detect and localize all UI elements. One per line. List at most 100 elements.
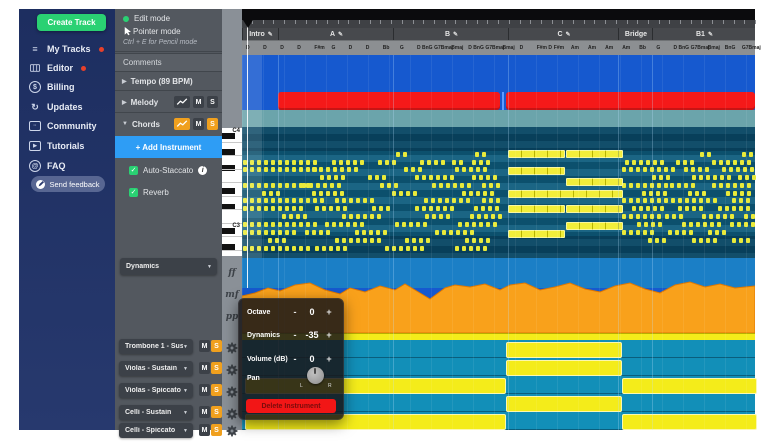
note-dash[interactable]: [443, 206, 447, 211]
note-dash[interactable]: [343, 206, 347, 211]
note-dash[interactable]: [278, 246, 282, 251]
note-dash[interactable]: [353, 222, 357, 227]
note-dash[interactable]: [665, 214, 669, 219]
note-dash[interactable]: [491, 214, 495, 219]
note-dash[interactable]: [399, 191, 403, 196]
note-dash[interactable]: [493, 175, 497, 180]
note-dash[interactable]: [637, 222, 641, 227]
note-dash[interactable]: [250, 222, 254, 227]
note-dash[interactable]: [335, 198, 339, 203]
note-dash[interactable]: [363, 238, 367, 243]
note-dash[interactable]: [257, 206, 261, 211]
note-dash[interactable]: [671, 198, 675, 203]
note-dash[interactable]: [257, 198, 261, 203]
note-dash[interactable]: [404, 167, 408, 172]
note-dash[interactable]: [498, 214, 502, 219]
instrument-mute-button[interactable]: M: [199, 406, 210, 418]
note-dash[interactable]: [418, 167, 422, 172]
note-dash[interactable]: [712, 183, 716, 188]
note-dash[interactable]: [709, 214, 713, 219]
note-dash[interactable]: [285, 160, 289, 165]
note-dash[interactable]: [691, 167, 695, 172]
sustain-note[interactable]: [566, 222, 623, 230]
note-dash[interactable]: [299, 222, 303, 227]
note-dash[interactable]: [278, 230, 282, 235]
note-dash[interactable]: [484, 214, 488, 219]
note-dash[interactable]: [690, 160, 694, 165]
instrument-select-3[interactable]: Violas - Spiccato▼: [119, 383, 193, 398]
chord-label[interactable]: Bb: [383, 45, 390, 51]
note-dash[interactable]: [705, 167, 709, 172]
note-dash[interactable]: [386, 206, 390, 211]
note-dash[interactable]: [482, 152, 486, 157]
note-dash[interactable]: [472, 238, 476, 243]
note-dash[interactable]: [326, 191, 330, 196]
note-dash[interactable]: [703, 222, 707, 227]
note-dash[interactable]: [664, 167, 668, 172]
note-dash[interactable]: [343, 246, 347, 251]
note-dash[interactable]: [276, 191, 280, 196]
auto-staccato-toggle[interactable]: ✓ Auto-Staccato i: [115, 160, 222, 180]
note-dash[interactable]: [282, 214, 286, 219]
note-dash[interactable]: [330, 183, 334, 188]
note-dash[interactable]: [275, 238, 279, 243]
instrument-settings-gear-icon[interactable]: [226, 424, 238, 436]
note-dash[interactable]: [689, 222, 693, 227]
note-dash[interactable]: [651, 222, 655, 227]
note-dash[interactable]: [285, 198, 289, 203]
note-dash[interactable]: [452, 198, 456, 203]
note-dash[interactable]: [360, 222, 364, 227]
note-dash[interactable]: [405, 238, 409, 243]
note-dash[interactable]: [416, 222, 420, 227]
note-dash[interactable]: [347, 167, 351, 172]
note-dash[interactable]: [730, 214, 734, 219]
note-dash[interactable]: [271, 183, 275, 188]
note-dash[interactable]: [312, 191, 316, 196]
note-dash[interactable]: [636, 183, 640, 188]
edit-section-icon[interactable]: ✎: [708, 31, 713, 38]
melody-region-bar[interactable]: [278, 92, 500, 110]
note-dash[interactable]: [319, 230, 323, 235]
note-dash[interactable]: [736, 167, 740, 172]
note-dash[interactable]: [341, 175, 345, 180]
chord-label[interactable]: D: [349, 45, 353, 51]
note-dash[interactable]: [658, 222, 662, 227]
instrument-solo-button[interactable]: S: [211, 424, 222, 436]
note-dash[interactable]: [643, 230, 647, 235]
note-dash[interactable]: [706, 238, 710, 243]
volume-increment-button[interactable]: +: [323, 354, 335, 364]
note-dash[interactable]: [750, 167, 754, 172]
note-dash[interactable]: [476, 167, 480, 172]
note-dash[interactable]: [278, 222, 282, 227]
chords-automation-icon[interactable]: [174, 118, 190, 130]
note-dash[interactable]: [684, 167, 688, 172]
note-dash[interactable]: [429, 206, 433, 211]
note-dash[interactable]: [740, 183, 744, 188]
note-dash[interactable]: [292, 198, 296, 203]
note-dash[interactable]: [746, 206, 750, 211]
note-dash[interactable]: [363, 214, 367, 219]
note-dash[interactable]: [271, 160, 275, 165]
note-dash[interactable]: [462, 191, 466, 196]
chord-label[interactable]: G7Bmaj: [485, 45, 504, 51]
note-dash[interactable]: [340, 191, 344, 196]
note-dash[interactable]: [329, 246, 333, 251]
note-dash[interactable]: [722, 167, 726, 172]
note-dash[interactable]: [747, 183, 751, 188]
note-dash[interactable]: [749, 152, 753, 157]
chord-label[interactable]: D: [263, 45, 267, 51]
note-dash[interactable]: [726, 191, 730, 196]
note-dash[interactable]: [413, 191, 417, 196]
note-dash[interactable]: [650, 167, 654, 172]
note-dash[interactable]: [354, 167, 358, 172]
note-dash[interactable]: [342, 214, 346, 219]
note-dash[interactable]: [482, 198, 486, 203]
note-dash[interactable]: [296, 214, 300, 219]
note-dash[interactable]: [692, 206, 696, 211]
note-dash[interactable]: [710, 222, 714, 227]
note-dash[interactable]: [303, 214, 307, 219]
note-dash[interactable]: [707, 152, 711, 157]
note-dash[interactable]: [481, 206, 485, 211]
note-dash[interactable]: [456, 230, 460, 235]
note-dash[interactable]: [486, 160, 490, 165]
